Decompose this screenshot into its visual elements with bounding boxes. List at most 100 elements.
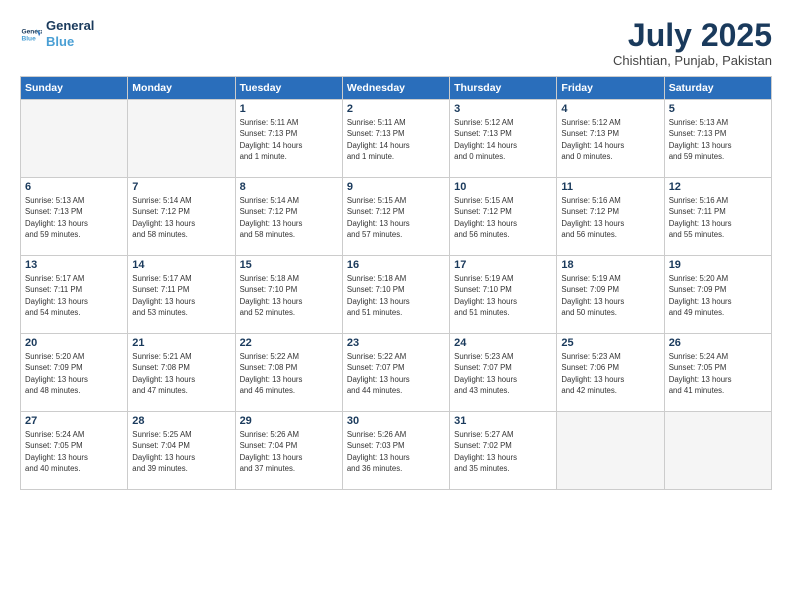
day-info: Sunrise: 5:19 AM Sunset: 7:09 PM Dayligh…: [561, 273, 659, 318]
day-info: Sunrise: 5:12 AM Sunset: 7:13 PM Dayligh…: [454, 117, 552, 162]
day-info: Sunrise: 5:11 AM Sunset: 7:13 PM Dayligh…: [240, 117, 338, 162]
day-info: Sunrise: 5:12 AM Sunset: 7:13 PM Dayligh…: [561, 117, 659, 162]
table-row: 12 Sunrise: 5:16 AM Sunset: 7:11 PM Dayli…: [664, 178, 771, 256]
table-row: 18 Sunrise: 5:19 AM Sunset: 7:09 PM Dayli…: [557, 256, 664, 334]
day-info: Sunrise: 5:17 AM Sunset: 7:11 PM Dayligh…: [132, 273, 230, 318]
day-info: Sunrise: 5:13 AM Sunset: 7:13 PM Dayligh…: [25, 195, 123, 240]
calendar-week-row: 27 Sunrise: 5:24 AM Sunset: 7:05 PM Dayli…: [21, 412, 772, 490]
day-number: 13: [25, 259, 123, 271]
day-info: Sunrise: 5:22 AM Sunset: 7:07 PM Dayligh…: [347, 351, 445, 396]
table-row: [21, 100, 128, 178]
table-row: 10Sunrise: 5:15 AM Sunset: 7:12 PM Dayli…: [450, 178, 557, 256]
day-number: 2: [347, 103, 445, 115]
table-row: 6 Sunrise: 5:13 AM Sunset: 7:13 PM Daylig…: [21, 178, 128, 256]
calendar-header-row: Sunday Monday Tuesday Wednesday Thursday…: [21, 77, 772, 100]
table-row: [557, 412, 664, 490]
day-info: Sunrise: 5:23 AM Sunset: 7:06 PM Dayligh…: [561, 351, 659, 396]
calendar-week-row: 20Sunrise: 5:20 AM Sunset: 7:09 PM Dayli…: [21, 334, 772, 412]
day-number: 15: [240, 259, 338, 271]
day-info: Sunrise: 5:24 AM Sunset: 7:05 PM Dayligh…: [669, 351, 767, 396]
logo: General Blue General Blue: [20, 18, 94, 49]
day-info: Sunrise: 5:13 AM Sunset: 7:13 PM Dayligh…: [669, 117, 767, 162]
day-number: 1: [240, 103, 338, 115]
table-row: 27 Sunrise: 5:24 AM Sunset: 7:05 PM Dayli…: [21, 412, 128, 490]
day-info: Sunrise: 5:20 AM Sunset: 7:09 PM Dayligh…: [669, 273, 767, 318]
day-info: Sunrise: 5:16 AM Sunset: 7:11 PM Dayligh…: [669, 195, 767, 240]
day-info: Sunrise: 5:18 AM Sunset: 7:10 PM Dayligh…: [347, 273, 445, 318]
day-number: 14: [132, 259, 230, 271]
header-tuesday: Tuesday: [235, 77, 342, 100]
day-info: Sunrise: 5:16 AM Sunset: 7:12 PM Dayligh…: [561, 195, 659, 240]
day-number: 28: [132, 415, 230, 427]
day-number: 5: [669, 103, 767, 115]
header-wednesday: Wednesday: [342, 77, 449, 100]
table-row: 19Sunrise: 5:20 AM Sunset: 7:09 PM Dayli…: [664, 256, 771, 334]
page-title: July 2025: [613, 18, 772, 53]
table-row: 29 Sunrise: 5:26 AM Sunset: 7:04 PM Dayli…: [235, 412, 342, 490]
day-number: 22: [240, 337, 338, 349]
day-number: 9: [347, 181, 445, 193]
day-info: Sunrise: 5:14 AM Sunset: 7:12 PM Dayligh…: [240, 195, 338, 240]
title-block: July 2025 Chishtian, Punjab, Pakistan: [613, 18, 772, 68]
day-number: 8: [240, 181, 338, 193]
header-saturday: Saturday: [664, 77, 771, 100]
header-sunday: Sunday: [21, 77, 128, 100]
table-row: [664, 412, 771, 490]
table-row: 25 Sunrise: 5:23 AM Sunset: 7:06 PM Dayli…: [557, 334, 664, 412]
day-info: Sunrise: 5:17 AM Sunset: 7:11 PM Dayligh…: [25, 273, 123, 318]
table-row: 24 Sunrise: 5:23 AM Sunset: 7:07 PM Dayli…: [450, 334, 557, 412]
calendar-table: Sunday Monday Tuesday Wednesday Thursday…: [20, 76, 772, 490]
page-subtitle: Chishtian, Punjab, Pakistan: [613, 53, 772, 68]
day-number: 4: [561, 103, 659, 115]
table-row: 15Sunrise: 5:18 AM Sunset: 7:10 PM Dayli…: [235, 256, 342, 334]
day-number: 7: [132, 181, 230, 193]
day-number: 23: [347, 337, 445, 349]
table-row: 28 Sunrise: 5:25 AM Sunset: 7:04 PM Dayli…: [128, 412, 235, 490]
day-info: Sunrise: 5:23 AM Sunset: 7:07 PM Dayligh…: [454, 351, 552, 396]
table-row: 2Sunrise: 5:11 AM Sunset: 7:13 PM Daylig…: [342, 100, 449, 178]
logo-line1: General: [46, 18, 94, 34]
calendar-week-row: 6 Sunrise: 5:13 AM Sunset: 7:13 PM Daylig…: [21, 178, 772, 256]
table-row: 5 Sunrise: 5:13 AM Sunset: 7:13 PM Daylig…: [664, 100, 771, 178]
table-row: 13 Sunrise: 5:17 AM Sunset: 7:11 PM Dayli…: [21, 256, 128, 334]
day-info: Sunrise: 5:21 AM Sunset: 7:08 PM Dayligh…: [132, 351, 230, 396]
table-row: 30 Sunrise: 5:26 AM Sunset: 7:03 PM Dayli…: [342, 412, 449, 490]
table-row: 7 Sunrise: 5:14 AM Sunset: 7:12 PM Daylig…: [128, 178, 235, 256]
table-row: 26 Sunrise: 5:24 AM Sunset: 7:05 PM Dayli…: [664, 334, 771, 412]
day-info: Sunrise: 5:24 AM Sunset: 7:05 PM Dayligh…: [25, 429, 123, 474]
day-info: Sunrise: 5:27 AM Sunset: 7:02 PM Dayligh…: [454, 429, 552, 474]
day-number: 6: [25, 181, 123, 193]
day-info: Sunrise: 5:20 AM Sunset: 7:09 PM Dayligh…: [25, 351, 123, 396]
day-number: 11: [561, 181, 659, 193]
header-friday: Friday: [557, 77, 664, 100]
day-number: 29: [240, 415, 338, 427]
day-info: Sunrise: 5:19 AM Sunset: 7:10 PM Dayligh…: [454, 273, 552, 318]
day-number: 24: [454, 337, 552, 349]
day-number: 18: [561, 259, 659, 271]
day-number: 3: [454, 103, 552, 115]
day-number: 26: [669, 337, 767, 349]
header-thursday: Thursday: [450, 77, 557, 100]
table-row: 22 Sunrise: 5:22 AM Sunset: 7:08 PM Dayli…: [235, 334, 342, 412]
day-info: Sunrise: 5:15 AM Sunset: 7:12 PM Dayligh…: [454, 195, 552, 240]
calendar-week-row: 13 Sunrise: 5:17 AM Sunset: 7:11 PM Dayli…: [21, 256, 772, 334]
svg-text:Blue: Blue: [21, 35, 36, 42]
day-number: 25: [561, 337, 659, 349]
day-number: 30: [347, 415, 445, 427]
day-number: 12: [669, 181, 767, 193]
table-row: 21 Sunrise: 5:21 AM Sunset: 7:08 PM Dayli…: [128, 334, 235, 412]
day-number: 16: [347, 259, 445, 271]
day-info: Sunrise: 5:14 AM Sunset: 7:12 PM Dayligh…: [132, 195, 230, 240]
day-info: Sunrise: 5:26 AM Sunset: 7:04 PM Dayligh…: [240, 429, 338, 474]
table-row: 23 Sunrise: 5:22 AM Sunset: 7:07 PM Dayli…: [342, 334, 449, 412]
table-row: 3 Sunrise: 5:12 AM Sunset: 7:13 PM Daylig…: [450, 100, 557, 178]
day-info: Sunrise: 5:26 AM Sunset: 7:03 PM Dayligh…: [347, 429, 445, 474]
day-number: 27: [25, 415, 123, 427]
day-info: Sunrise: 5:25 AM Sunset: 7:04 PM Dayligh…: [132, 429, 230, 474]
day-info: Sunrise: 5:22 AM Sunset: 7:08 PM Dayligh…: [240, 351, 338, 396]
day-number: 21: [132, 337, 230, 349]
table-row: 4 Sunrise: 5:12 AM Sunset: 7:13 PM Daylig…: [557, 100, 664, 178]
header-monday: Monday: [128, 77, 235, 100]
table-row: 20Sunrise: 5:20 AM Sunset: 7:09 PM Dayli…: [21, 334, 128, 412]
day-number: 31: [454, 415, 552, 427]
